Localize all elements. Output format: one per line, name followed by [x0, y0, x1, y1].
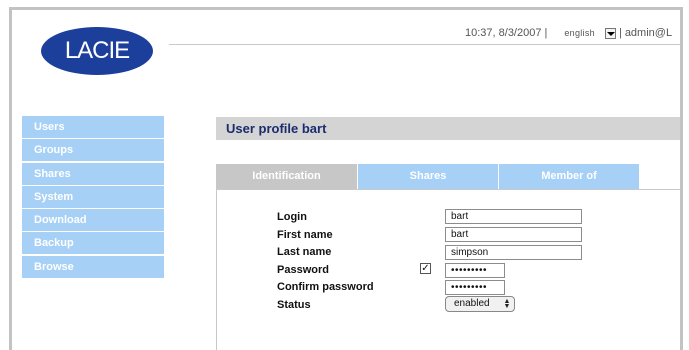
- tab-shares[interactable]: Shares: [357, 164, 498, 189]
- sidebar-item-browse[interactable]: Browse: [22, 255, 164, 278]
- status-select[interactable]: enabled ▲ ▼: [445, 296, 515, 312]
- sidebar-item-download[interactable]: Download: [22, 209, 164, 232]
- tab-bar: Identification Shares Member of: [216, 164, 680, 190]
- separator: |: [618, 27, 622, 39]
- login-input[interactable]: bart: [445, 209, 582, 224]
- sidebar: Users Groups Shares System Download Back…: [22, 116, 164, 279]
- datetime-text: 10:37, 8/3/2007: [465, 27, 542, 39]
- sidebar-item-shares[interactable]: Shares: [22, 162, 164, 185]
- header-divider: [169, 44, 680, 45]
- password-input[interactable]: •••••••••: [445, 263, 505, 278]
- last-name-input[interactable]: simpson: [445, 245, 582, 260]
- language-label: english: [564, 28, 595, 38]
- confirm-password-label: Confirm password: [277, 281, 374, 293]
- confirm-password-input[interactable]: •••••••••: [445, 280, 505, 295]
- tab-identification[interactable]: Identification: [216, 164, 357, 189]
- login-label: Login: [277, 211, 307, 223]
- status-label: Status: [277, 298, 311, 311]
- lacie-logo: LACIE: [41, 27, 153, 75]
- chevron-down-icon[interactable]: [604, 27, 616, 39]
- sidebar-item-system[interactable]: System: [22, 185, 164, 208]
- status-value: enabled: [454, 298, 490, 309]
- sidebar-item-groups[interactable]: Groups: [22, 139, 164, 162]
- last-name-label: Last name: [277, 246, 332, 258]
- form-labels: Login First name Last name Password Conf…: [277, 209, 374, 314]
- separator: |: [544, 27, 548, 39]
- sidebar-item-backup[interactable]: Backup: [22, 232, 164, 255]
- page-title: User profile bart: [216, 117, 680, 140]
- app-frame: LACIE 10:37, 8/3/2007 | english | admin@…: [9, 7, 683, 350]
- logo-text: LACIE: [64, 37, 130, 64]
- first-name-label: First name: [277, 228, 333, 241]
- panel-border: [216, 189, 217, 350]
- tab-member-of[interactable]: Member of: [498, 164, 639, 189]
- sidebar-item-users[interactable]: Users: [22, 116, 164, 138]
- password-checkbox[interactable]: ✓: [420, 263, 431, 274]
- header-info: 10:37, 8/3/2007 | english | admin@L: [465, 27, 672, 39]
- admin-link[interactable]: admin@L: [625, 27, 672, 39]
- updown-arrows-icon: ▲ ▼: [503, 298, 511, 310]
- first-name-input[interactable]: bart: [445, 227, 582, 242]
- password-label: Password: [277, 263, 329, 276]
